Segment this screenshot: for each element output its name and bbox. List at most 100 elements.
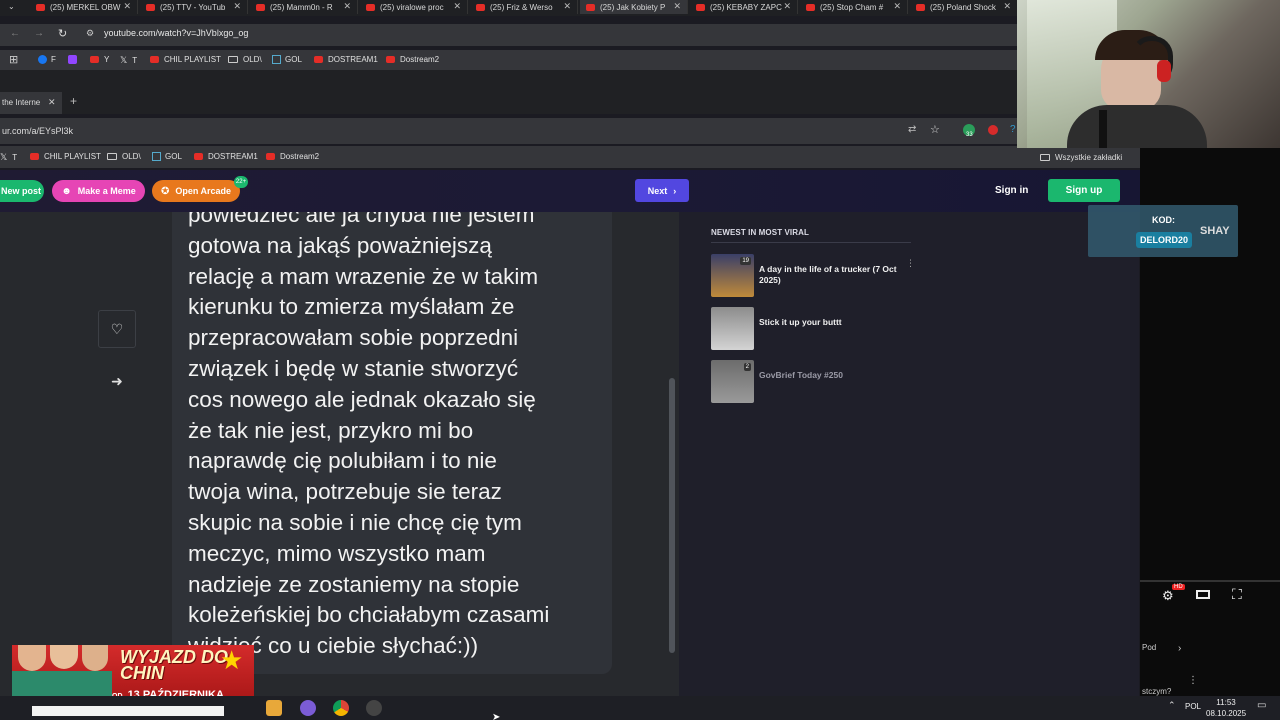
close-tab-icon[interactable]: ✕ [123, 1, 131, 12]
translate-icon[interactable]: ⇄ [908, 124, 916, 135]
make-meme-button[interactable]: ☻ Make a Meme [52, 180, 145, 202]
settings-gear-icon[interactable]: ⚙ [1162, 588, 1174, 604]
close-tab-icon[interactable]: ✕ [343, 1, 351, 12]
open-arcade-button[interactable]: ✪ Open Arcade [152, 180, 240, 202]
close-tab-icon[interactable]: ✕ [453, 1, 461, 12]
outer-video-area [0, 70, 1020, 88]
chrome-icon[interactable] [333, 700, 349, 716]
browser-tab[interactable]: (25) KEBABY ZAPC ✕ [690, 0, 798, 14]
youtube-icon [476, 3, 485, 11]
taskbar-clock[interactable]: 11:53 08.10.2025 [1206, 697, 1246, 719]
bookmark-chil-playlist[interactable]: CHIL PLAYLIST [30, 152, 101, 161]
browser-tab[interactable]: (25) Jak Kobiety P ✕ [580, 0, 688, 14]
gamepad-icon: ✪ [160, 185, 170, 197]
open-arcade-label: Open Arcade [175, 186, 232, 196]
gol-icon [152, 152, 161, 161]
viral-post-title[interactable]: A day in the life of a trucker (7 Oct 20… [759, 264, 899, 286]
bookmark-dostream2[interactable]: Dostream2 [386, 55, 439, 64]
share-button[interactable]: ➜ [98, 362, 136, 400]
browser-tab[interactable]: (25) MERKEL OBW ✕ [30, 0, 138, 14]
bookmark-dostream1[interactable]: DOSTREAM1 [314, 55, 378, 64]
bookmark-y[interactable]: Y [90, 55, 109, 64]
close-tab-icon[interactable]: ✕ [1003, 1, 1011, 12]
promo-code-label: KOD: [1152, 215, 1175, 225]
post-thumbnail[interactable]: 19 [711, 254, 754, 297]
chevron-right-icon[interactable]: › [1178, 643, 1181, 654]
viral-post-item[interactable]: 2 GovBrief Today #250 [711, 360, 911, 406]
forward-icon[interactable]: → [34, 28, 44, 39]
bookmark-twitch[interactable] [68, 55, 77, 64]
browser-tab[interactable]: (25) TTV - YouTub ✕ [140, 0, 248, 14]
apps-grid-icon[interactable]: ⊞ [9, 53, 18, 66]
discord-icon[interactable] [300, 700, 316, 716]
bookmark-gol[interactable]: GOL [152, 152, 182, 161]
taskbar-search-box[interactable] [32, 706, 224, 716]
bookmark-x[interactable]: 𝕏T [120, 55, 137, 66]
viral-post-item[interactable]: 19 A day in the life of a trucker (7 Oct … [711, 254, 911, 300]
close-tab-icon[interactable]: ✕ [673, 1, 681, 12]
inner-tab-active[interactable]: the Interne ✕ [0, 92, 62, 114]
fullscreen-icon[interactable]: ⛶ [1232, 586, 1242, 603]
language-indicator[interactable]: POL [1185, 702, 1201, 711]
bookmark-chil-playlist[interactable]: CHIL PLAYLIST [150, 55, 221, 64]
viral-post-item[interactable]: Stick it up your buttt [711, 307, 911, 353]
browser-tab[interactable]: (25) Mamm0n - R ✕ [250, 0, 358, 14]
close-tab-icon[interactable]: ✕ [783, 1, 791, 12]
tray-chevron-up-icon[interactable]: ⌃ [1168, 700, 1176, 711]
close-tab-icon[interactable]: ✕ [48, 97, 56, 108]
obs-icon[interactable] [366, 700, 382, 716]
next-button[interactable]: Next › [635, 179, 689, 202]
bookmark-label: GOL [165, 152, 182, 161]
browser-tab[interactable]: (25) Stop Cham # ✕ [800, 0, 908, 14]
post-thumbnail[interactable] [711, 307, 754, 350]
extension-blue-icon[interactable]: ? [1010, 124, 1016, 135]
next-label: Next [647, 185, 668, 196]
sign-in-link[interactable]: Sign in [995, 185, 1028, 196]
all-bookmarks-button[interactable]: Wszystkie zakładki [1040, 148, 1140, 166]
bookmark-label: T [132, 56, 138, 65]
back-icon[interactable]: ← [10, 28, 20, 39]
inner-address-bar: ur.com/a/EYsPl3k ⇄ ☆ 33 ? [0, 118, 1140, 144]
close-tab-icon[interactable]: ✕ [893, 1, 901, 12]
close-tab-icon[interactable]: ✕ [233, 1, 241, 12]
new-post-button[interactable]: New post [0, 180, 44, 202]
browser-tab[interactable]: (25) Friz & Werso ✕ [470, 0, 578, 14]
new-tab-icon[interactable]: + [70, 94, 77, 108]
tab-search-chevron-icon[interactable]: ⌄ [8, 2, 15, 11]
file-explorer-icon[interactable] [266, 700, 282, 716]
bookmark-old[interactable]: OLD\ [228, 55, 262, 64]
tab-label: (25) Stop Cham # [820, 2, 884, 12]
bookmark-old[interactable]: OLD\ [107, 152, 141, 161]
bookmark-label: OLD\ [243, 55, 262, 64]
outer-url-text[interactable]: youtube.com/watch?v=JhVblxgo_og [104, 28, 248, 38]
post-text-line: kierunku to zmierza myślałam że [188, 294, 515, 320]
bookmark-label: Dostream2 [400, 55, 440, 64]
bookmark-f[interactable]: F [38, 55, 56, 64]
bookmark-star-icon[interactable]: ☆ [930, 123, 940, 136]
bookmark-dostream2[interactable]: Dostream2 [266, 152, 319, 161]
browser-tab[interactable]: (25) Poland Shock ✕ [910, 0, 1018, 14]
theater-mode-icon[interactable] [1196, 590, 1210, 599]
site-settings-icon[interactable]: ⚙ [86, 28, 94, 39]
favorite-button[interactable]: ♡ [98, 310, 136, 348]
inner-url-text[interactable]: ur.com/a/EYsPl3k [2, 126, 73, 136]
close-tab-icon[interactable]: ✕ [563, 1, 571, 12]
more-options-icon[interactable]: ⋮ [1188, 675, 1198, 686]
viral-post-title[interactable]: Stick it up your buttt [759, 317, 899, 328]
sign-up-button[interactable]: Sign up [1048, 179, 1120, 202]
bookmark-label: DOSTREAM1 [328, 55, 378, 64]
youtube-icon [266, 153, 275, 160]
post-card: powiedziec ale ja chyba nie jestem gotowa… [172, 212, 612, 674]
viral-post-title[interactable]: GovBrief Today #250 [759, 370, 899, 381]
post-scrollbar-thumb[interactable] [669, 378, 675, 653]
reload-icon[interactable]: ↻ [58, 27, 67, 40]
bookmark-x[interactable]: 𝕏T [0, 152, 17, 163]
post-thumbnail[interactable]: 2 [711, 360, 754, 403]
bookmark-gol[interactable]: GOL [272, 55, 302, 64]
bookmark-dostream1[interactable]: DOSTREAM1 [194, 152, 258, 161]
opera-icon[interactable] [988, 125, 998, 135]
browser-tab[interactable]: (25) viralowe proc ✕ [360, 0, 468, 14]
sidebar-scroll-indicator-icon[interactable]: ⋮ [906, 258, 915, 269]
notification-icon[interactable]: ▭ [1257, 700, 1266, 711]
video-progress-bar[interactable] [1140, 580, 1280, 582]
